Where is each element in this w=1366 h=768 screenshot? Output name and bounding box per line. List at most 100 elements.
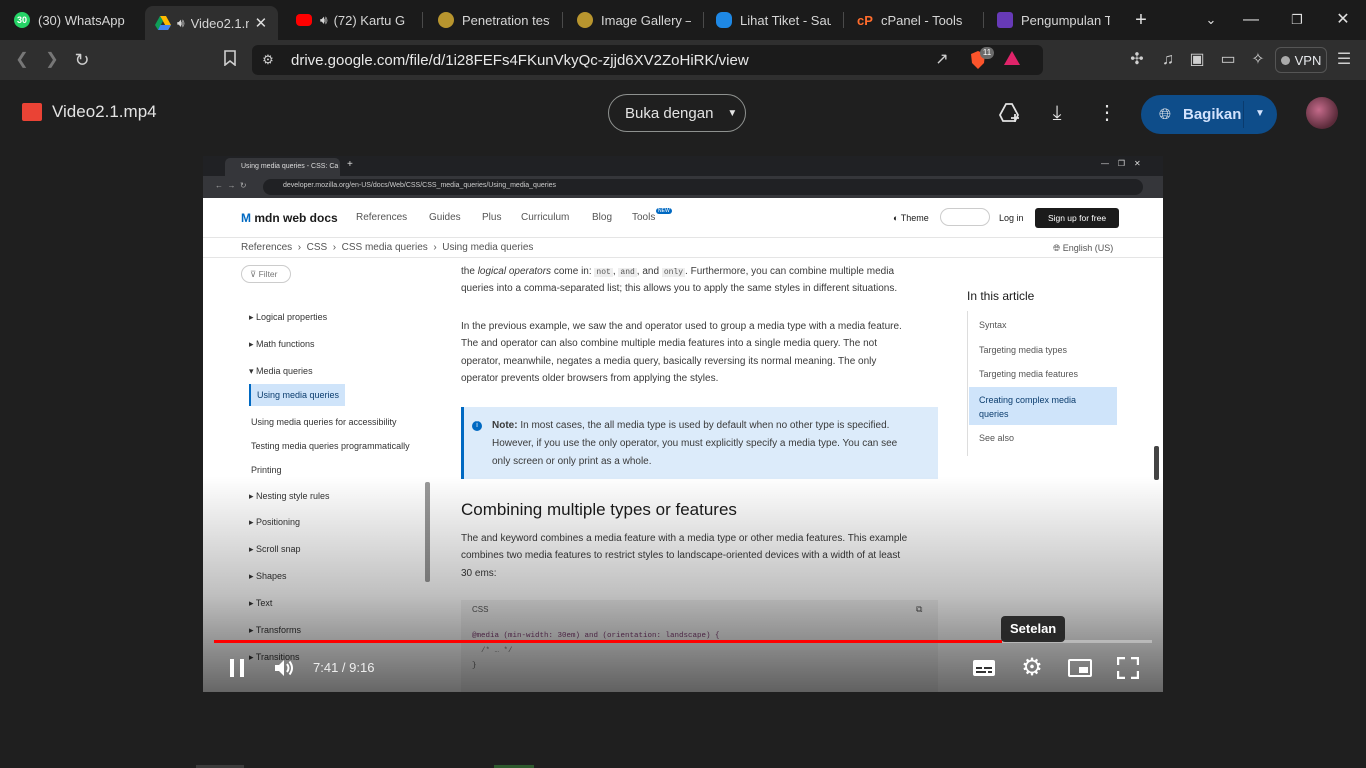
tab-divider	[703, 12, 704, 28]
text-run: In most cases, the all media type is use…	[517, 420, 890, 431]
menu-icon[interactable]: ☰	[1334, 50, 1354, 70]
content-line: the logical operators come in: not, and,…	[461, 266, 895, 277]
sidebar-item: Testing media queries programmatically	[251, 441, 410, 451]
toc-item: Targeting media features	[979, 369, 1079, 379]
tab-divider	[843, 12, 844, 28]
site-icon	[577, 12, 593, 28]
vpn-label: VPN	[1294, 52, 1322, 68]
leo-ai-icon[interactable]: ✧	[1248, 50, 1268, 70]
content-line: In the previous example, we saw the and …	[461, 321, 902, 332]
mdn-nav-guides: Guides	[429, 212, 461, 223]
share-button[interactable]: 🌐︎ Bagikan ▼	[1141, 95, 1277, 134]
tab-whatsapp[interactable]: 30 (30) WhatsApp	[14, 5, 144, 35]
captions-icon[interactable]	[972, 659, 996, 677]
code-line: }	[472, 662, 477, 670]
tab-penetration[interactable]: Penetration testin	[438, 5, 550, 35]
share-dropdown-icon[interactable]: ▼	[1255, 108, 1265, 119]
note-line: Note: In most cases, the all media type …	[492, 420, 889, 431]
bookmark-icon[interactable]	[220, 50, 240, 70]
speaker-icon: 🔊︎	[177, 15, 185, 30]
download-icon[interactable]: ⤓	[1047, 103, 1067, 123]
progress-fill	[214, 640, 1002, 643]
breadcrumb-item: CSS	[306, 242, 328, 253]
tab-title: Pengumpulan Tu	[1021, 12, 1110, 28]
vpn-button[interactable]: VPN	[1275, 47, 1327, 73]
toc-item: Targeting media types	[979, 345, 1068, 355]
sidebar-item-active: Using media queries	[257, 390, 340, 400]
brave-badge: 11	[980, 47, 994, 59]
forward-button[interactable]: ❯	[42, 50, 62, 70]
content-line: 30 ems:	[461, 568, 497, 579]
breadcrumb: References › CSS › CSS media queries › U…	[241, 242, 534, 253]
dropdown-arrow-icon: ▼	[727, 107, 738, 119]
code-inline: not	[594, 268, 613, 277]
tab-image-gallery[interactable]: Image Gallery – P	[577, 5, 691, 35]
tab-pengumpulan[interactable]: Pengumpulan Tu	[997, 5, 1110, 35]
tab-search-button[interactable]: ⌄	[1201, 10, 1221, 30]
sidebar-label: Text	[255, 598, 273, 608]
open-with-button[interactable]: Buka dengan ▼	[608, 94, 746, 132]
pause-icon[interactable]	[229, 658, 245, 678]
tab-drive-video[interactable]: 🔊︎ Video2.1.mp4 ✕	[145, 6, 278, 40]
tab-title: Penetration testin	[462, 12, 550, 28]
breadcrumb-item: References	[241, 242, 293, 253]
cpanel-icon: cP	[857, 12, 873, 28]
toc-item-active: Creating complex media queries	[979, 395, 1077, 419]
minimize-button[interactable]: —	[1241, 10, 1261, 30]
sidebar-label: Media queries	[256, 366, 313, 376]
recorded-tab-bar: Using media queries - CSS: Ca + — ❐ ✕	[203, 156, 1163, 176]
url-text[interactable]: drive.google.com/file/d/1i28FEFs4FKunVky…	[291, 52, 749, 69]
reload-button[interactable]: ↻	[72, 50, 92, 70]
toc-item: Syntax	[979, 320, 1007, 330]
speaker-icon: 🔊︎	[320, 12, 328, 27]
tab-cpanel[interactable]: cP cPanel - Tools	[857, 5, 977, 35]
extensions-icon[interactable]: ✣	[1127, 50, 1147, 70]
tab-youtube[interactable]: 🔊︎ (72) Kartu Gh	[296, 5, 406, 35]
sidebar-item: ▸ Positioning	[249, 517, 301, 527]
recorded-url: developer.mozilla.org/en-US/docs/Web/CSS…	[283, 182, 557, 189]
volume-icon[interactable]	[273, 657, 295, 679]
miniplayer-icon[interactable]	[1068, 659, 1092, 677]
avatar[interactable]	[1306, 97, 1338, 129]
settings-tooltip: Setelan	[1001, 616, 1066, 642]
mdn-breadcrumb-bar: References › CSS › CSS media queries › U…	[203, 238, 1163, 258]
tab-lihat-tiket[interactable]: Lihat Tiket - Saur	[716, 5, 831, 35]
vpn-status-icon	[1280, 55, 1290, 65]
media-icon[interactable]: ♫	[1158, 50, 1178, 70]
toc-rule	[967, 311, 968, 456]
text-run: the	[461, 266, 478, 277]
breadcrumb-item: CSS media queries	[341, 242, 428, 253]
text-run: come in:	[551, 266, 595, 277]
code-language: CSS	[472, 605, 489, 614]
sidebar-label: Transforms	[255, 625, 302, 635]
more-options-icon[interactable]: ⋮	[1097, 103, 1117, 123]
code-line: @media (min-width: 30em) and (orientatio…	[472, 632, 720, 640]
site-icon	[438, 12, 454, 28]
language-label: English (US)	[1062, 243, 1114, 253]
new-badge: NEW	[656, 208, 672, 214]
new-tab-button[interactable]: +	[1131, 10, 1151, 30]
sidebar-label: Scroll snap	[256, 544, 301, 554]
time-display: 7:41 / 9:16	[313, 660, 375, 675]
settings-gear-icon[interactable]: ⚙︎	[1020, 656, 1044, 680]
video-player[interactable]: Using media queries - CSS: Ca + — ❐ ✕ ← …	[203, 156, 1163, 692]
info-icon: i	[472, 421, 482, 431]
sidebar-icon[interactable]: ▣	[1187, 50, 1207, 70]
sidebar-item: ▸ Shapes	[249, 571, 287, 581]
youtube-icon	[296, 14, 312, 26]
share-page-icon[interactable]: ↗	[932, 50, 952, 70]
close-window-button[interactable]: ✕	[1333, 10, 1353, 30]
recorded-tab: Using media queries - CSS: Ca	[225, 158, 340, 176]
close-tab-icon[interactable]: ✕	[255, 14, 268, 32]
sidebar-label: Nesting style rules	[256, 491, 330, 501]
sidebar-label: Positioning	[256, 517, 301, 527]
mdn-nav-blog: Blog	[592, 212, 613, 223]
open-with-label: Buka dengan	[625, 104, 714, 122]
back-button[interactable]: ❮	[12, 50, 32, 70]
add-shortcut-icon[interactable]	[998, 102, 1022, 124]
fullscreen-icon[interactable]	[1116, 656, 1140, 680]
brave-rewards-icon[interactable]	[1002, 50, 1022, 70]
wallet-icon[interactable]: ▭	[1218, 50, 1238, 70]
restore-button[interactable]: ❐	[1287, 10, 1307, 30]
site-info-icon[interactable]: ⚙︎	[258, 50, 278, 70]
